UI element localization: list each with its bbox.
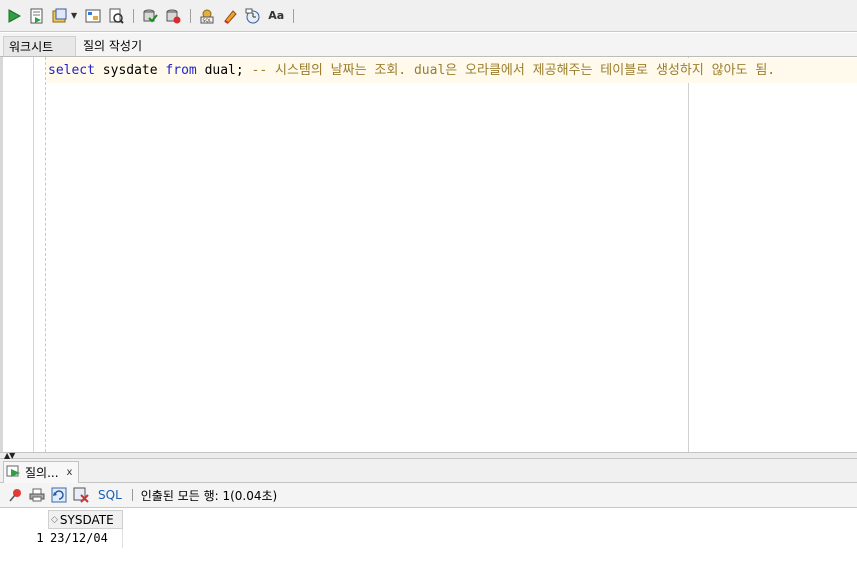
svg-text:SQL: SQL bbox=[203, 18, 212, 24]
keyword-select: select bbox=[48, 63, 95, 78]
tab-worksheet[interactable]: 워크시트 bbox=[3, 36, 76, 56]
identifier-sysdate: sysdate bbox=[102, 63, 158, 78]
sql-comment: -- 시스템의 날짜는 조회. dual은 오라클에서 제공해주는 테이블로 생… bbox=[251, 63, 776, 78]
commit-icon[interactable] bbox=[140, 6, 160, 26]
refresh-icon[interactable] bbox=[50, 486, 68, 504]
cancel-query-icon[interactable] bbox=[72, 486, 90, 504]
result-grid: ◇ SYSDATE 1 23/12/04 bbox=[0, 508, 857, 562]
tab-query-builder[interactable]: 질의 작성기 bbox=[78, 36, 147, 56]
column-header-sysdate[interactable]: ◇ SYSDATE bbox=[48, 510, 123, 529]
rollback-icon[interactable] bbox=[163, 6, 183, 26]
sql-editor[interactable]: select sysdate from dual; -- 시스템의 날짜는 조회… bbox=[0, 57, 857, 452]
identifier-dual: dual; bbox=[204, 63, 244, 78]
row-number: 1 bbox=[36, 531, 44, 545]
main-toolbar: ▼ SQL Aa bbox=[0, 0, 857, 32]
tab-query-result[interactable]: 질의... x bbox=[3, 461, 79, 483]
worksheet-tabbar: 워크시트 질의 작성기 bbox=[0, 33, 857, 57]
sql-tuning-icon[interactable] bbox=[106, 6, 126, 26]
table-cell[interactable]: 23/12/04 bbox=[48, 529, 123, 548]
run-statement-icon[interactable] bbox=[4, 6, 24, 26]
explain-plan-icon[interactable] bbox=[83, 6, 103, 26]
history-icon[interactable] bbox=[243, 6, 263, 26]
result-tabbar: 질의... x bbox=[0, 459, 857, 483]
sort-icon[interactable]: ◇ bbox=[51, 515, 58, 524]
sql-link[interactable]: SQL bbox=[98, 488, 122, 502]
sql-code-line[interactable]: select sysdate from dual; -- 시스템의 날짜는 조회… bbox=[48, 63, 775, 78]
line-number-gutter bbox=[33, 57, 34, 452]
print-icon[interactable] bbox=[28, 486, 46, 504]
autotrace-icon[interactable] bbox=[50, 6, 70, 26]
fetch-status: 인출된 모든 행: 1(0.04초) bbox=[140, 488, 278, 503]
clear-icon[interactable] bbox=[220, 6, 240, 26]
keyword-from: from bbox=[165, 63, 197, 78]
toolbar-separator bbox=[190, 8, 192, 23]
right-margin-guide bbox=[688, 57, 689, 452]
query-result-icon bbox=[6, 464, 22, 481]
toolbar-separator bbox=[293, 8, 295, 23]
toolbar-separator bbox=[131, 489, 133, 501]
autotrace-dropdown-icon[interactable]: ▼ bbox=[71, 11, 77, 20]
close-icon[interactable]: x bbox=[67, 467, 73, 478]
result-toolbar: SQL 인출된 모든 행: 1(0.04초) bbox=[0, 483, 857, 508]
run-script-icon[interactable] bbox=[27, 6, 47, 26]
panel-splitter[interactable]: ▲▼ bbox=[0, 451, 857, 460]
unshared-sql-icon[interactable]: SQL bbox=[197, 6, 217, 26]
pin-icon[interactable] bbox=[6, 486, 24, 504]
toolbar-separator bbox=[133, 8, 135, 23]
column-header-label: SYSDATE bbox=[59, 512, 114, 527]
code-fold-margin bbox=[45, 57, 46, 452]
format-case-label: Aa bbox=[268, 9, 285, 22]
query-result-tab-label: 질의... bbox=[25, 466, 59, 480]
format-case-icon[interactable]: Aa bbox=[266, 6, 286, 26]
